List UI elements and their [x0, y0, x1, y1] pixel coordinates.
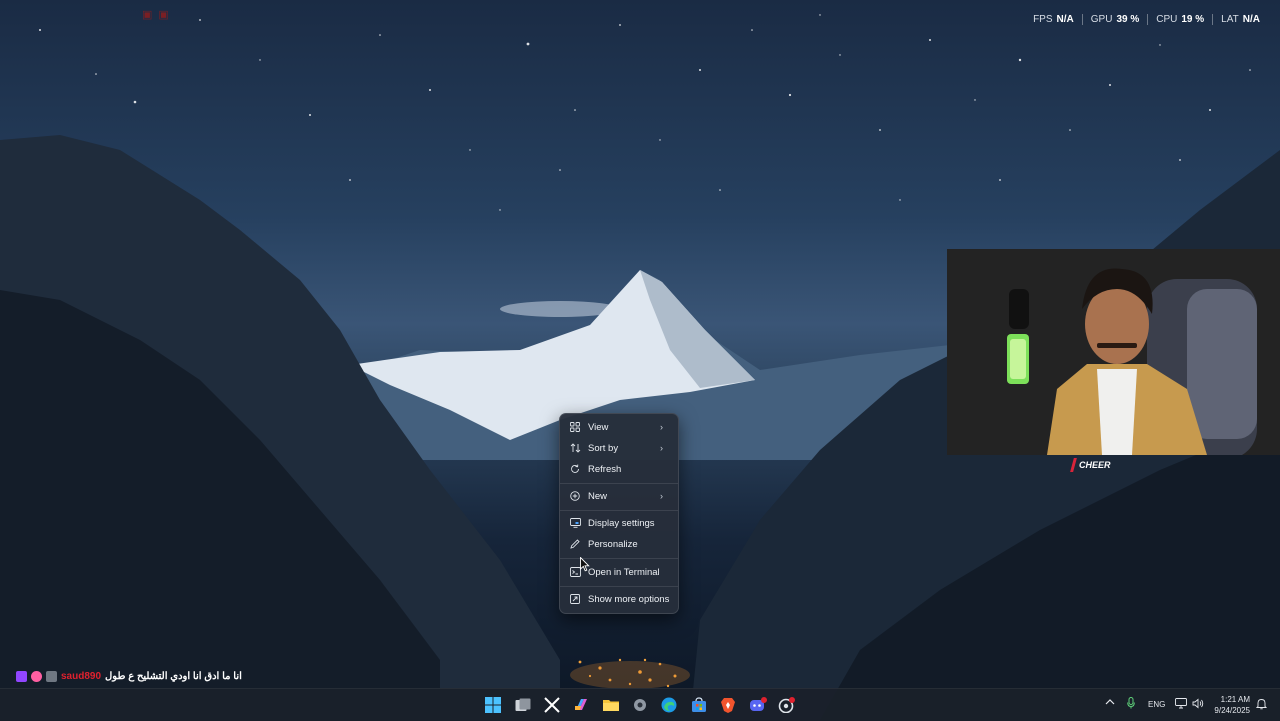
more-options-icon [569, 593, 581, 605]
clock-date: 9/24/2025 [1214, 706, 1250, 715]
settings-icon[interactable] [628, 693, 652, 717]
language-indicator[interactable]: ENG [1148, 700, 1165, 709]
menu-item-personalize[interactable]: Personalize [564, 534, 674, 554]
recording-marks: ▣▣ [142, 9, 175, 21]
stream-chat-message: saud890 انا ما ادق انا اودي التشليح ع طو… [16, 668, 242, 684]
chevron-right-icon: › [660, 491, 663, 501]
fps-label: FPS [1033, 13, 1053, 25]
chat-message-text: انا ما ادق انا اودي التشليح ع طول [105, 670, 242, 682]
menu-item-label: Sort by [588, 442, 619, 454]
twitch-badge-icon [16, 670, 27, 682]
menu-separator [560, 483, 678, 484]
notification-bell-icon[interactable] [1255, 698, 1268, 712]
cheer-alert: CHEER [1070, 458, 1111, 472]
gpu-value: 39 % [1116, 13, 1140, 25]
network-icon[interactable] [1175, 698, 1187, 711]
discord-icon[interactable] [746, 693, 770, 717]
cpu-readout: CPU 19 % [1147, 13, 1212, 25]
pen-icon [569, 538, 581, 550]
store-icon[interactable] [687, 693, 711, 717]
task-view-icon[interactable] [511, 693, 535, 717]
volume-icon[interactable] [1192, 698, 1204, 711]
display-icon [569, 517, 581, 529]
clock-time: 1:21 AM [1220, 695, 1250, 704]
chat-username: saud890 [61, 670, 102, 682]
brave-icon[interactable] [716, 693, 740, 717]
cheer-bar [1070, 458, 1077, 472]
windows-start-icon[interactable] [481, 693, 505, 717]
menu-separator [560, 558, 678, 559]
webcam-feed [947, 249, 1280, 455]
menu-item-label: Show more options [588, 593, 670, 605]
menu-separator [560, 586, 678, 587]
cpu-value: 19 % [1181, 13, 1205, 25]
gpu-readout: GPU 39 % [1081, 13, 1147, 25]
mouse-pointer-icon [580, 557, 590, 572]
menu-item-new[interactable]: New › [564, 486, 674, 506]
microphone-icon[interactable] [1127, 697, 1135, 711]
latency-readout: LAT N/A [1212, 13, 1268, 25]
menu-item-label: View [588, 421, 609, 433]
menu-separator [560, 510, 678, 511]
new-plus-icon [569, 490, 581, 502]
system-clock[interactable]: 1:21 AM 9/24/2025 [1214, 694, 1250, 716]
chevron-right-icon: › [660, 443, 663, 453]
refresh-icon [569, 463, 581, 475]
lat-value: N/A [1242, 13, 1260, 25]
menu-item-label: Display settings [588, 517, 655, 529]
grid-view-icon [569, 421, 581, 433]
menu-item-view[interactable]: View › [564, 417, 674, 437]
x-icon[interactable] [540, 693, 564, 717]
file-explorer-icon[interactable] [599, 693, 623, 717]
mod-badge-icon [46, 670, 57, 682]
menu-item-display-settings[interactable]: Display settings [564, 513, 674, 533]
lat-label: LAT [1221, 13, 1239, 25]
menu-item-refresh[interactable]: Refresh [564, 459, 674, 479]
performance-overlay: FPS N/A GPU 39 % CPU 19 % LAT N/A [1025, 12, 1268, 26]
menu-item-label: Refresh [588, 463, 622, 475]
taskbar: ENG 1:21 AM 9/24/2025 [0, 688, 1280, 721]
menu-item-label: New [588, 490, 608, 502]
fps-value: N/A [1056, 13, 1074, 25]
menu-item-label: Open in Terminal [588, 566, 660, 578]
menu-item-sort-by[interactable]: Sort by › [564, 438, 674, 458]
cheer-label: CHEER [1079, 460, 1111, 470]
copilot-icon[interactable] [569, 693, 593, 717]
gpu-label: GPU [1090, 13, 1113, 25]
menu-item-label: Personalize [588, 538, 638, 550]
fps-readout: FPS N/A [1025, 14, 1082, 25]
chrome-icon[interactable] [775, 693, 799, 717]
cpu-label: CPU [1156, 13, 1178, 25]
webcam-streamer-image [947, 249, 1280, 455]
desktop-context-menu: View › Sort by › Refresh New › Display s… [559, 413, 679, 614]
chevron-up-icon[interactable] [1105, 698, 1115, 708]
sort-icon [569, 442, 581, 454]
heart-badge-icon [31, 670, 42, 682]
menu-item-show-more-options[interactable]: Show more options [564, 589, 674, 609]
chevron-right-icon: › [660, 422, 663, 432]
edge-icon[interactable] [657, 693, 681, 717]
